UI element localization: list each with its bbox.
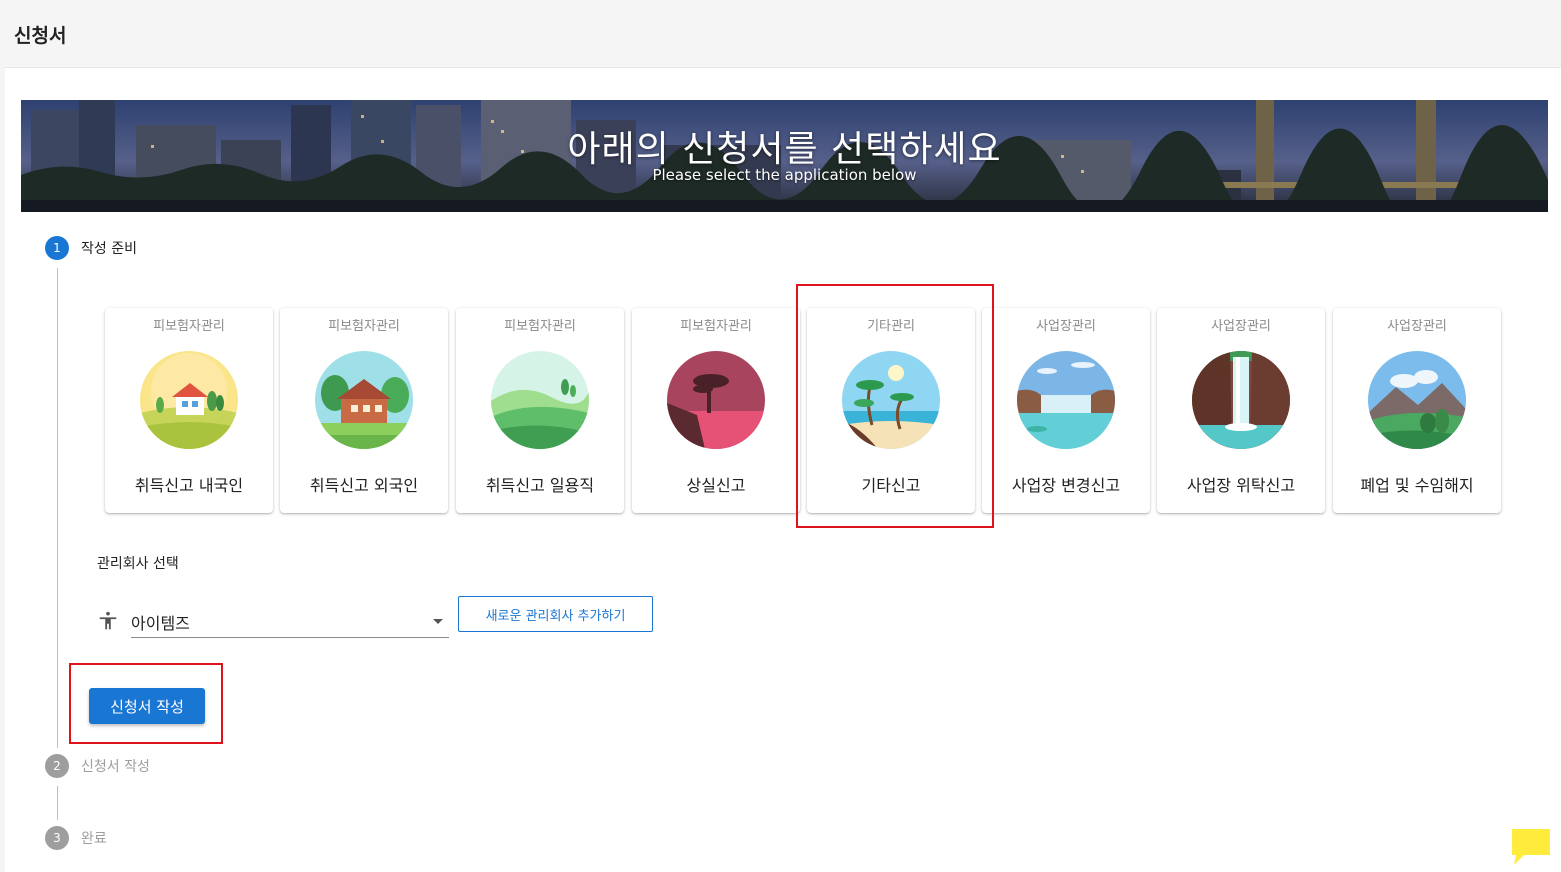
card-acquisition-domestic[interactable]: 피보험자관리 취득신고 내국인: [105, 308, 273, 513]
card-title: 폐업 및 수임해지: [1360, 476, 1474, 495]
card-category: 피보험자관리: [153, 319, 225, 334]
step-3-badge: 3: [45, 826, 69, 850]
card-acquisition-foreign[interactable]: 피보험자관리 취득신고 외국인: [280, 308, 448, 513]
card-other-report[interactable]: 기타관리 기타신고: [807, 308, 975, 513]
card-acquisition-daily[interactable]: 피보험자관리 취득신고 일용직: [456, 308, 624, 513]
card-category: 사업장관리: [1036, 319, 1096, 334]
cabin-forest-icon: [315, 351, 413, 449]
top-bar: 신청서: [0, 0, 1561, 66]
house-field-icon: [140, 351, 238, 449]
step-3-label: 완료: [81, 831, 107, 847]
card-category: 피보험자관리: [328, 319, 400, 334]
accessibility-icon: [99, 611, 117, 630]
step-1-badge: 1: [45, 236, 69, 260]
step-2-badge: 2: [45, 754, 69, 778]
step-connector: [57, 786, 58, 820]
card-workplace-change[interactable]: 사업장관리 사업장 변경신고: [982, 308, 1150, 513]
card-title: 취득신고 일용직: [485, 476, 595, 495]
create-application-button[interactable]: 신청서 작성: [89, 688, 205, 724]
card-category: 사업장관리: [1211, 319, 1271, 334]
palm-beach-icon: [842, 351, 940, 449]
green-hills-icon: [491, 351, 589, 449]
company-section-label: 관리회사 선택: [97, 556, 179, 572]
card-title: 상실신고: [686, 476, 746, 495]
dropdown-arrow-icon: [433, 619, 443, 624]
banner-title: 아래의 신청서를 선택하세요: [567, 129, 1002, 170]
card-category: 피보험자관리: [680, 319, 752, 334]
card-closure-termination[interactable]: 사업장관리 폐업 및 수임해지: [1333, 308, 1501, 513]
card-category: 피보험자관리: [504, 319, 576, 334]
card-title: 사업장 변경신고: [1011, 476, 1121, 495]
banner: 아래의 신청서를 선택하세요 Please select the applica…: [21, 100, 1548, 212]
step-1-label: 작성 준비: [81, 241, 137, 257]
step-2-label: 신청서 작성: [81, 759, 150, 775]
chat-icon[interactable]: [1510, 827, 1552, 867]
step-connector: [57, 268, 58, 748]
company-select-value: 아이템즈: [131, 614, 190, 633]
card-category: 사업장관리: [1387, 319, 1447, 334]
card-loss-report[interactable]: 피보험자관리 상실신고: [632, 308, 800, 513]
card-title: 취득신고 외국인: [309, 476, 419, 495]
mountain-geyser-icon: [1368, 351, 1466, 449]
page-title: 신청서: [14, 25, 67, 47]
card-workplace-consign[interactable]: 사업장관리 사업장 위탁신고: [1157, 308, 1325, 513]
lake-waterfall-icon: [1017, 351, 1115, 449]
card-title: 사업장 위탁신고: [1186, 476, 1296, 495]
card-title: 취득신고 내국인: [134, 476, 244, 495]
company-select[interactable]: 아이템즈: [131, 602, 449, 638]
card-category: 기타관리: [867, 319, 915, 334]
banner-subtitle: Please select the application below: [652, 166, 917, 184]
add-company-button[interactable]: 새로운 관리회사 추가하기: [458, 596, 653, 632]
lone-tree-sunset-icon: [667, 351, 765, 449]
card-title: 기타신고: [861, 476, 921, 495]
canyon-waterfall-icon: [1192, 351, 1290, 449]
